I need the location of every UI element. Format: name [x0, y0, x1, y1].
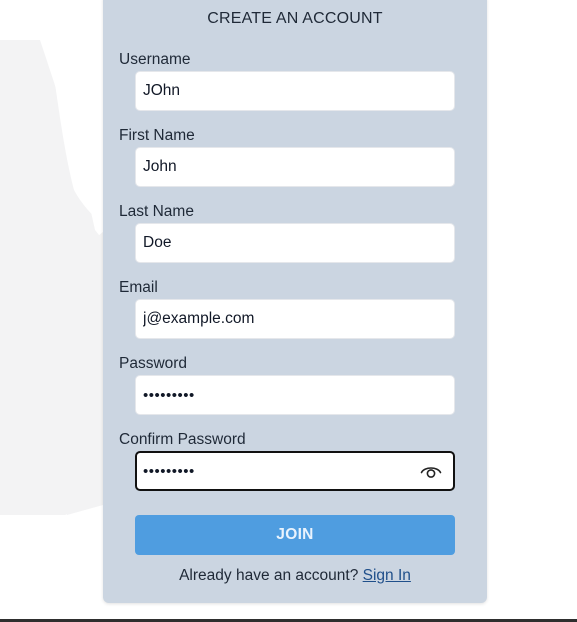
last-name-label: Last Name — [119, 203, 194, 220]
email-input[interactable] — [135, 299, 455, 339]
password-input[interactable] — [135, 375, 455, 415]
signup-card: CREATE AN ACCOUNT Username First Name La… — [103, 0, 487, 603]
card-title: CREATE AN ACCOUNT — [207, 10, 383, 27]
signin-link[interactable]: Sign In — [363, 567, 411, 584]
password-label: Password — [119, 355, 188, 372]
email-label: Email — [119, 279, 158, 296]
join-button[interactable]: JOIN — [135, 515, 455, 555]
reveal-password-icon[interactable] — [419, 459, 443, 483]
last-name-input[interactable] — [135, 223, 455, 263]
username-input[interactable] — [135, 71, 455, 111]
eye-icon — [420, 467, 442, 478]
signin-prompt-row: Already have an account? Sign In — [103, 567, 487, 585]
signin-prompt-text: Already have an account? — [179, 567, 359, 584]
confirm-password-input[interactable] — [135, 451, 455, 491]
first-name-label: First Name — [119, 127, 195, 144]
first-name-input[interactable] — [135, 147, 455, 187]
username-label: Username — [119, 51, 191, 68]
confirm-password-label: Confirm Password — [119, 431, 246, 448]
